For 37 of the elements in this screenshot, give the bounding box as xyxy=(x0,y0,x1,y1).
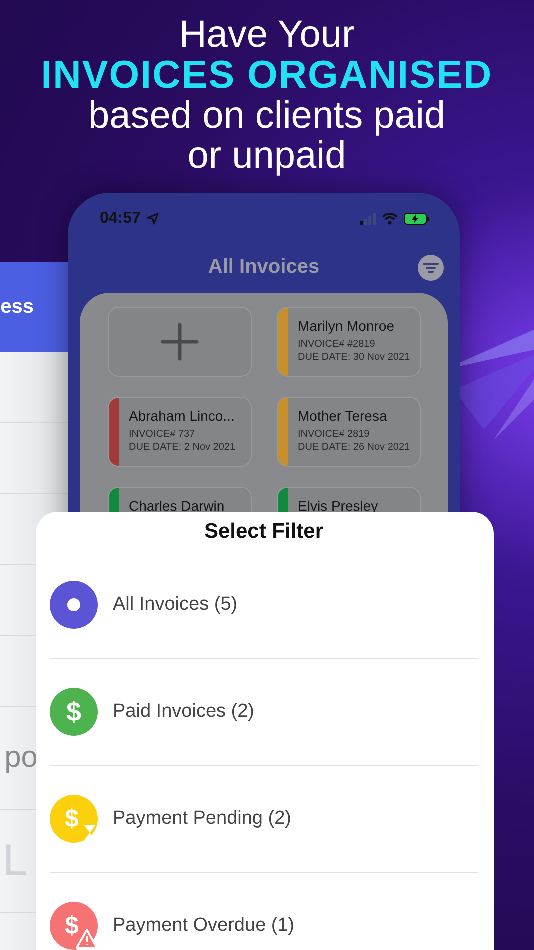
filter-option[interactable]: $ Paid Invoices (2) xyxy=(50,659,478,765)
client-name: Marilyn Monroe xyxy=(298,318,396,334)
signal-icon xyxy=(360,213,376,225)
sheet-title: Select Filter xyxy=(203,519,325,545)
dollar-icon: $ xyxy=(50,688,98,736)
invoice-card[interactable]: Abraham Linco... INVOICE# 737 DUE DATE: 2 Nov 2021 xyxy=(108,397,252,467)
filter-button[interactable] xyxy=(418,255,444,281)
headline-highlight: INVOICES ORGANISED xyxy=(40,56,494,97)
client-name: Mother Teresa xyxy=(298,408,388,424)
invoice-card[interactable]: Mother Teresa INVOICE# 2819 DUE DATE: 26 Nov 2021 xyxy=(277,397,421,467)
filter-option[interactable]: All Invoices (5) xyxy=(50,552,478,658)
client-name: Elvis Presley xyxy=(298,498,378,514)
client-name: Charles Darwin xyxy=(129,498,225,514)
plus-icon xyxy=(160,322,200,362)
dollar-warning-icon: $ xyxy=(50,902,98,950)
client-name: Abraham Linco... xyxy=(129,408,236,424)
invoice-number: INVOICE# #2819 xyxy=(298,339,376,350)
invoice-number: INVOICE# 737 xyxy=(129,429,196,440)
headline-subtext: based on clients paid or unpaid xyxy=(87,96,447,177)
filter-icon xyxy=(423,262,439,274)
row-text: po xyxy=(4,741,38,775)
screen-title: All Invoices xyxy=(208,256,320,278)
battery-icon xyxy=(404,213,430,225)
header-text: ess xyxy=(0,296,34,318)
add-invoice-button[interactable] xyxy=(108,307,252,377)
due-date: DUE DATE: 2 Nov 2021 xyxy=(129,442,236,453)
invoice-card[interactable]: Marilyn Monroe INVOICE# #2819 DUE DATE: 30 Nov 2021 xyxy=(277,307,421,377)
dollar-hourglass-icon: $ xyxy=(50,795,98,843)
due-date: DUE DATE: 26 Nov 2021 xyxy=(298,442,410,453)
filter-option[interactable]: $ Payment Overdue (1) xyxy=(50,873,478,950)
filter-option[interactable]: $ Payment Pending (2) xyxy=(50,766,478,872)
due-date: DUE DATE: 30 Nov 2021 xyxy=(298,352,410,363)
location-arrow-icon xyxy=(146,213,159,225)
wifi-icon xyxy=(382,213,398,225)
headline-text: Have Your xyxy=(178,16,356,56)
status-time: 04:57 xyxy=(100,210,141,228)
invoice-number: INVOICE# 2819 xyxy=(298,429,371,440)
